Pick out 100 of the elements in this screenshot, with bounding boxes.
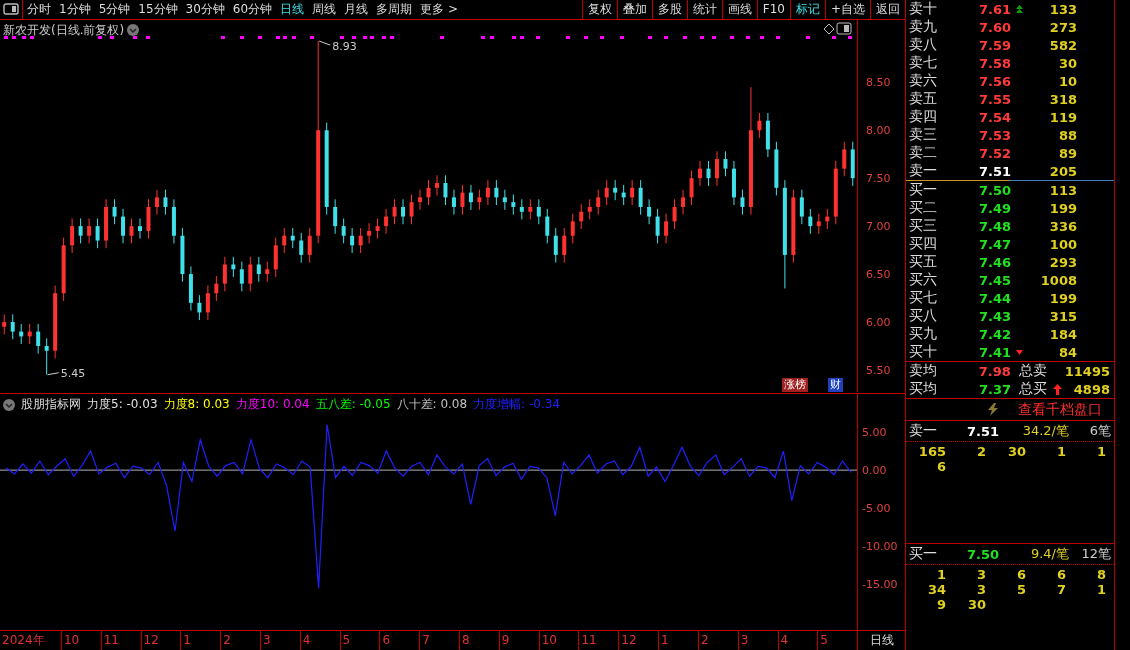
order-volume: 5 [1015,582,1026,597]
dropdown-icon[interactable] [127,24,140,37]
level-label: 卖六 [908,72,938,90]
badge[interactable]: 财 [828,377,843,392]
axis-label: 9 [498,631,539,650]
period-tab[interactable]: 60分钟 [228,0,277,19]
axis-label: 12 [618,631,659,650]
volume: 119 [1048,109,1077,125]
candlestick [816,213,821,235]
level-label: 卖一 [908,422,938,440]
candlestick [256,256,261,283]
volume: 205 [1048,163,1077,179]
toolbar-button[interactable]: 返回 [870,0,905,19]
candlestick [715,150,719,187]
axis-label: 1 [658,631,698,650]
ask-price: 7.56 [977,73,1011,89]
dropdown-icon[interactable] [3,398,15,411]
level-label: 买八 [908,307,938,325]
toolbar-button[interactable]: 多股 [651,0,687,19]
toolbar-button[interactable]: 标记 [789,0,825,19]
toolbar-button[interactable]: F10 [756,0,790,19]
axis-label: 10 [60,631,101,650]
ask-price: 7.54 [977,109,1011,125]
panel-toggle-icon[interactable] [836,22,852,35]
level-label: 买二 [908,199,938,217]
badge[interactable]: 涨榜 [782,377,808,392]
ask-price: 7.52 [977,145,1011,161]
level-label: 买九 [908,325,938,343]
level-label: 卖五 [908,90,938,108]
depth-button[interactable]: 查看千档盘口 [906,399,1114,421]
axis-label: 11 [578,631,619,650]
toolbar-button[interactable]: 画线 [721,0,757,19]
candlestick [205,285,210,321]
toolbar-button[interactable]: 叠加 [616,0,652,19]
axis-label: 5 [339,631,380,650]
candlestick [587,198,592,220]
price-annotation: 5.45 [60,366,86,380]
candlestick [282,227,287,254]
order-volume: 6 [935,459,946,474]
candlestick [19,323,24,345]
candlestick [188,265,193,311]
candlestick [528,198,533,220]
level-label: 卖十 [908,0,938,18]
period-tab[interactable]: 月线 [340,0,373,19]
legend-item: 力度10: 0.04 [235,396,310,414]
candlestick [613,179,618,201]
toolbar-button[interactable]: 复权 [581,0,617,19]
axis-label: 4 [777,631,818,650]
period-tab[interactable]: 多周期 [372,0,417,19]
candlestick [273,237,278,278]
candlestick [731,160,736,206]
order-count: 6笔 [1088,422,1112,440]
candlestick [2,313,7,335]
period-tab[interactable]: 分时 [23,0,55,19]
order-volume: 9 [935,597,946,612]
candlestick [553,227,558,263]
candlestick [621,184,626,206]
diamond-icon[interactable] [823,23,835,35]
level-label: 卖三 [908,126,938,144]
candlestick [604,179,609,206]
average-label: 买均 [908,380,938,398]
period-tab[interactable]: 周线 [308,0,341,19]
panel-toggle-icon[interactable] [3,3,19,16]
candlestick [689,170,694,206]
level-label: 买五 [908,253,938,271]
candlestick [239,261,244,292]
axis-label: 2024年 [1,632,46,650]
candlestick [180,227,185,283]
toolbar-button[interactable]: 统计 [686,0,722,19]
double-up-arrow-icon [1015,5,1023,13]
period-tab[interactable]: 日线 [276,0,309,19]
candlestick [409,193,414,225]
axis-label: 4 [299,631,340,650]
candlestick [765,112,770,158]
candlestick [27,323,32,345]
bid-price: 7.48 [977,218,1011,234]
order-volume: 1 [1055,444,1066,459]
candlestick [494,179,499,206]
level-label: 买三 [908,217,938,235]
candlestick [477,189,482,211]
candlestick [723,150,728,177]
chart-title: 新农开发(日线.前复权) [3,21,125,39]
period-tab[interactable]: 5分钟 [94,0,135,19]
candlestick [418,189,422,211]
candlestick [519,198,524,220]
period-tab[interactable]: 1分钟 [55,0,95,19]
ask-price: 7.61 [977,1,1011,17]
axis-label: -5.00 [862,502,891,516]
down-triangle-icon [1015,349,1023,355]
period-tab[interactable]: 更多 > [416,0,462,19]
candlestick [808,208,813,235]
toolbar-button[interactable]: +自选 [824,0,870,19]
period-tab[interactable]: 15分钟 [134,0,182,19]
candlestick [562,227,567,263]
total-volume: 4898 [1072,381,1111,397]
candlestick [214,275,219,302]
candlestick [350,227,355,254]
period-tab[interactable]: 30分钟 [181,0,229,19]
axis-label: 6.00 [866,315,891,329]
candlestick [833,160,838,225]
